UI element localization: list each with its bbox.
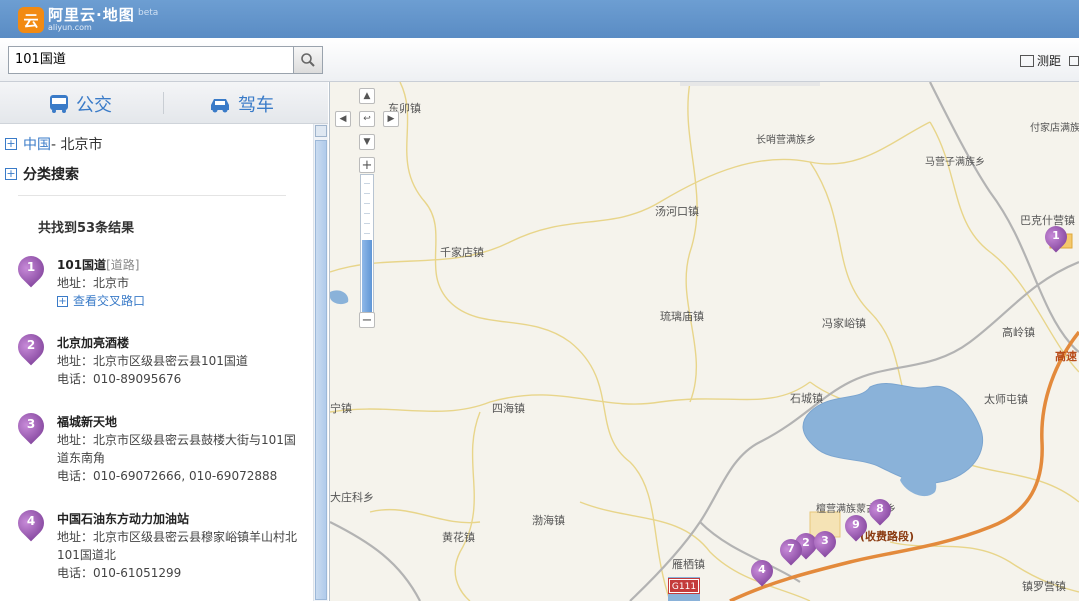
place-label: 长哨营满族乡	[756, 135, 816, 146]
result-title[interactable]: 101国道	[57, 258, 106, 272]
transport-mode-bar: 公交 驾车	[0, 82, 328, 124]
result-address: 地址：北京市区级县密云县穆家峪镇羊山村北	[57, 530, 298, 544]
bus-mode-label: 公交	[76, 95, 112, 116]
place-label: 雁栖镇	[672, 558, 705, 571]
map-marker-icon[interactable]: 7	[775, 534, 807, 566]
divider	[18, 195, 286, 196]
place-label: 付家店满族乡	[1030, 123, 1079, 134]
map-marker-icon[interactable]: 8	[864, 494, 896, 526]
scroll-up-arrow-icon[interactable]	[315, 125, 327, 137]
result-title[interactable]: 中国石油东方动力加油站	[57, 510, 307, 528]
map-marker-icon[interactable]: 9	[840, 510, 872, 542]
place-label: 马营子满族乡	[925, 157, 985, 168]
bus-icon	[50, 95, 68, 113]
place-label: 石城镇	[790, 392, 823, 405]
search-bar: 101国道 测距	[0, 38, 1079, 82]
category-search-label: 分类搜索	[23, 167, 79, 183]
result-title[interactable]: 北京加亮酒楼	[57, 334, 307, 352]
country-link[interactable]: 中国	[23, 134, 51, 154]
results-panel: + 中国 - 北京市 + 分类搜索 共找到53条结果 1 101国道[道路] 地…	[0, 124, 312, 601]
map-marker-icon[interactable]: 1	[1040, 221, 1072, 253]
result-address-cont: 101国道北	[57, 548, 116, 562]
measure-button[interactable]: 测距	[1037, 52, 1061, 69]
search-input[interactable]: 101国道	[8, 46, 294, 74]
aliyun-logo[interactable]: 云 阿里云·地图 aliyun.com	[18, 6, 135, 34]
result-address: 地址：北京市区级县密云县鼓楼大街与101国	[57, 433, 296, 447]
place-label: 琉璃庙镇	[660, 310, 704, 323]
result-address-cont: 道东南角	[57, 451, 106, 465]
place-label: 冯家峪镇	[822, 317, 866, 330]
map-marker-icon[interactable]: 3	[809, 526, 841, 558]
zoom-out-button[interactable]: −	[359, 312, 375, 328]
bus-mode-button[interactable]: 公交	[48, 91, 112, 117]
map-nav-control: ▲ ◀ ↩ ▶ ▼ + −	[330, 82, 402, 342]
map-tools: 测距	[1019, 52, 1079, 69]
place-label: 四海镇	[492, 402, 525, 415]
car-icon	[211, 99, 229, 113]
logo-title: 阿里云·地图	[48, 6, 135, 24]
pan-down-icon[interactable]: ▼	[359, 134, 375, 150]
place-label: 千家店镇	[440, 246, 484, 259]
view-intersections-link[interactable]: + 查看交叉路口	[57, 292, 307, 310]
highway-label: 高速	[1055, 350, 1077, 363]
pan-left-icon[interactable]: ◀	[335, 111, 351, 127]
result-marker-icon: 1	[12, 250, 50, 288]
place-label: 黄花镇	[442, 531, 475, 544]
sidebar: 公交 驾车 + 中国 - 北京市 + 分类搜索 共找到53条结果 1 101国道…	[0, 82, 330, 601]
place-label: 渤海镇	[532, 514, 565, 527]
search-button[interactable]	[293, 46, 323, 74]
results-count: 共找到53条结果	[38, 221, 135, 236]
category-tree-item[interactable]: + 分类搜索	[5, 164, 79, 184]
logo-domain: aliyun.com	[48, 23, 92, 32]
expand-icon[interactable]: +	[5, 138, 17, 150]
result-marker-icon: 4	[12, 504, 50, 542]
reset-view-icon[interactable]: ↩	[359, 111, 375, 127]
result-marker-icon: 2	[12, 328, 50, 366]
pan-right-icon[interactable]: ▶	[383, 111, 399, 127]
result-tag: [道路]	[106, 258, 140, 272]
result-address: 地址：北京市区级县密云县101国道	[57, 354, 248, 368]
result-phone: 电话：010-89095676	[57, 372, 182, 386]
ruler-icon[interactable]	[1019, 54, 1034, 67]
expand-icon[interactable]: +	[5, 168, 17, 180]
result-address: 地址：北京市	[57, 276, 130, 290]
results-scrollbar[interactable]	[313, 124, 328, 601]
search-icon	[301, 53, 315, 67]
result-marker-icon: 3	[12, 407, 50, 445]
zoom-in-button[interactable]: +	[359, 157, 375, 173]
place-label: 宁镇	[330, 402, 352, 415]
scroll-thumb[interactable]	[315, 140, 327, 600]
zoom-slider[interactable]	[360, 174, 374, 314]
city-label: - 北京市	[51, 137, 103, 153]
app-header: 云 阿里云·地图 aliyun.com beta	[0, 0, 1079, 38]
logo-icon: 云	[18, 7, 44, 33]
map-canvas[interactable]: 东卯镇 长哨营满族乡 付家店满族乡 马营子满族乡 汤河口镇 巴克什营镇 千家店镇…	[330, 82, 1079, 601]
result-title[interactable]: 福城新天地	[57, 413, 307, 431]
place-label: 太师屯镇	[984, 393, 1028, 406]
place-label: 高岭镇	[1002, 326, 1035, 339]
region-tree-item[interactable]: + 中国 - 北京市	[5, 134, 103, 154]
result-phone: 电话：010-69072666, 010-69072888	[57, 469, 278, 483]
toll-road-label: (收费路段)	[860, 530, 915, 543]
place-label: 镇罗营镇	[1022, 580, 1066, 593]
zoom-level-fill	[362, 240, 372, 312]
print-icon[interactable]	[1069, 55, 1079, 66]
place-label: 大庄科乡	[330, 491, 374, 504]
highway-shield: G111	[668, 578, 700, 594]
expand-icon: +	[57, 295, 68, 307]
map-marker-icon[interactable]: 4	[746, 555, 778, 587]
place-label: 汤河口镇	[655, 205, 699, 218]
car-mode-button[interactable]: 驾车	[208, 91, 274, 117]
pan-up-icon[interactable]: ▲	[359, 88, 375, 104]
car-mode-label: 驾车	[238, 95, 274, 116]
beta-badge: beta	[138, 8, 159, 18]
mode-divider	[163, 92, 164, 114]
result-phone: 电话：010-61051299	[57, 566, 182, 580]
